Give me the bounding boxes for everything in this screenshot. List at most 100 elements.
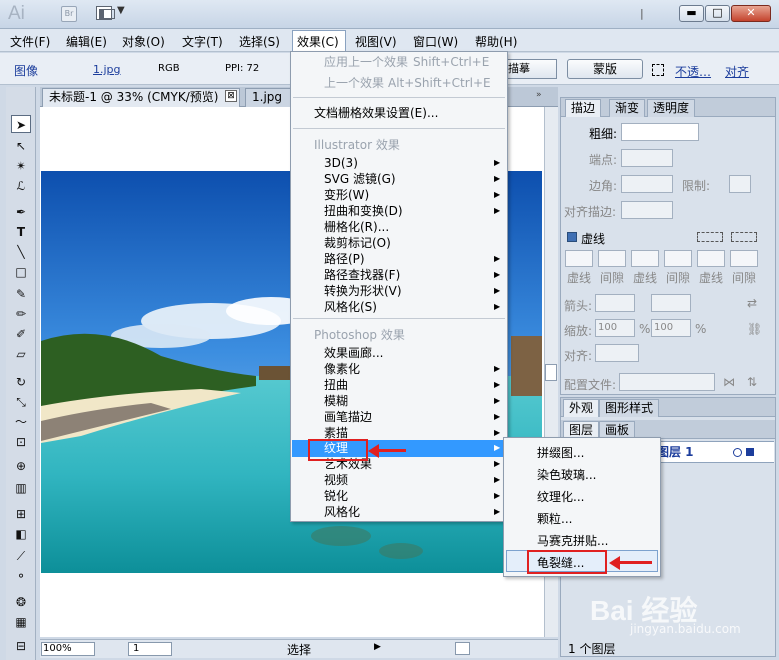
minimize-button[interactable]: ▬ bbox=[679, 5, 704, 22]
live-trace-button[interactable]: 描摹 bbox=[505, 59, 557, 79]
graph-tool-icon[interactable]: ▥ bbox=[11, 479, 31, 497]
eyedropper-tool-icon[interactable]: ⟋ bbox=[11, 547, 31, 565]
profile-select[interactable] bbox=[619, 373, 715, 391]
blob-brush-tool-icon[interactable]: ✐ bbox=[11, 325, 31, 343]
warp-tool-icon[interactable]: 〜 bbox=[11, 413, 31, 431]
dash-preserve-icon[interactable] bbox=[697, 232, 723, 242]
rectangle-tool-icon[interactable]: □ bbox=[11, 263, 31, 281]
align-stroke-buttons[interactable] bbox=[621, 201, 673, 219]
gap-field-2[interactable] bbox=[664, 250, 692, 267]
menu-item-crop-marks[interactable]: 裁剪标记(O) bbox=[291, 235, 507, 251]
menu-item-pathfinder[interactable]: 路径查找器(F) ▶ bbox=[291, 267, 507, 283]
apply-last-effect-item[interactable]: 应用上一个效果 Shift+Ctrl+E bbox=[291, 54, 507, 70]
menu-help[interactable]: 帮助(H) bbox=[475, 33, 517, 50]
end-arrowhead-select[interactable] bbox=[651, 294, 691, 312]
tab-stroke[interactable]: 描边 bbox=[565, 99, 602, 117]
menu-file[interactable]: 文件(F) bbox=[10, 33, 50, 50]
layer-name[interactable]: 图层 1 bbox=[657, 443, 694, 460]
menu-item-3d[interactable]: 3D(3) ▶ bbox=[291, 155, 507, 171]
stroke-weight-field[interactable] bbox=[621, 123, 699, 141]
current-tool-status[interactable]: 选择 bbox=[287, 641, 311, 658]
dashed-line-checkbox[interactable] bbox=[567, 232, 577, 242]
menu-item-sharpen[interactable]: 锐化 ▶ bbox=[291, 488, 507, 504]
scale-tool-icon[interactable]: ⤡ bbox=[11, 393, 31, 411]
link-icon[interactable]: ⛓ bbox=[747, 322, 762, 336]
dash-field-2[interactable] bbox=[631, 250, 659, 267]
flip-along-icon[interactable]: ⋈ bbox=[723, 375, 735, 389]
menu-item-video[interactable]: 视频 ▶ bbox=[291, 472, 507, 488]
menu-window[interactable]: 窗口(W) bbox=[413, 33, 458, 50]
paintbrush-tool-icon[interactable]: ✎ bbox=[11, 285, 31, 303]
menu-item-pixelate[interactable]: 像素化 ▶ bbox=[291, 361, 507, 377]
chevron-right-icon[interactable]: ▶ bbox=[374, 642, 381, 652]
gap-field-3[interactable] bbox=[730, 250, 758, 267]
free-transform-tool-icon[interactable]: ⊡ bbox=[11, 433, 31, 451]
flip-across-icon[interactable]: ⇅ bbox=[747, 375, 757, 389]
maximize-button[interactable]: □ bbox=[705, 5, 730, 22]
corner-buttons[interactable] bbox=[621, 175, 673, 193]
artboard-tool-icon[interactable]: ⊟ bbox=[11, 637, 31, 655]
swap-arrow-icon[interactable]: ⇄ bbox=[747, 296, 757, 310]
tab-graphic-styles[interactable]: 图形样式 bbox=[599, 399, 660, 417]
image-label[interactable]: 图像 bbox=[14, 62, 38, 79]
scrollbar-thumb[interactable] bbox=[545, 364, 557, 381]
gradient-tool-icon[interactable]: ◧ bbox=[11, 525, 31, 543]
magic-wand-tool-icon[interactable]: ✴ bbox=[11, 157, 31, 175]
mesh-tool-icon[interactable]: ⊞ bbox=[11, 505, 31, 523]
menu-effect[interactable]: 效果(C) bbox=[297, 33, 339, 50]
direct-selection-tool-icon[interactable]: ↖ bbox=[11, 137, 31, 155]
shape-builder-tool-icon[interactable]: ⊕ bbox=[11, 457, 31, 475]
menu-item-warp[interactable]: 变形(W) ▶ bbox=[291, 187, 507, 203]
dash-align-icon[interactable] bbox=[731, 232, 757, 242]
arrow-align-buttons[interactable] bbox=[595, 344, 639, 362]
start-arrowhead-select[interactable] bbox=[595, 294, 635, 312]
menu-item-rasterize[interactable]: 栅格化(R)... bbox=[291, 219, 507, 235]
rotate-tool-icon[interactable]: ↻ bbox=[11, 373, 31, 391]
gap-field-1[interactable] bbox=[598, 250, 626, 267]
tab-jpg[interactable]: 1.jpg @ bbox=[245, 88, 295, 121]
document-raster-settings-item[interactable]: 文档栅格效果设置(E)... bbox=[291, 105, 507, 121]
tab-untitled[interactable]: 未标题-1 @ 33% (CMYK/预览) bbox=[42, 88, 240, 107]
mask-button[interactable]: 蒙版 bbox=[567, 59, 643, 79]
close-button[interactable]: ✕ bbox=[731, 5, 771, 22]
menu-edit[interactable]: 编辑(E) bbox=[66, 33, 107, 50]
linked-file-link[interactable]: 1.jpg bbox=[93, 63, 121, 76]
pen-tool-icon[interactable]: ✒ bbox=[11, 203, 31, 221]
submenu-item-stained-glass[interactable]: 染色玻璃... bbox=[537, 466, 596, 483]
menu-item-distort[interactable]: 扭曲 ▶ bbox=[291, 377, 507, 393]
submenu-item-mosaic-tiles[interactable]: 马赛克拼贴... bbox=[537, 532, 608, 549]
tab-gradient[interactable]: 渐变 bbox=[609, 99, 646, 117]
menu-item-path[interactable]: 路径(P) ▶ bbox=[291, 251, 507, 267]
last-effect-item[interactable]: 上一个效果 Alt+Shift+Ctrl+E bbox=[291, 75, 507, 91]
transform-icon[interactable] bbox=[652, 64, 664, 76]
menu-view[interactable]: 视图(V) bbox=[355, 33, 397, 50]
menu-item-blur[interactable]: 模糊 ▶ bbox=[291, 393, 507, 409]
artboard-number-select[interactable]: 1 bbox=[128, 642, 172, 656]
type-tool-icon[interactable]: T bbox=[11, 223, 31, 241]
menu-type[interactable]: 文字(T) bbox=[182, 33, 223, 50]
selection-square-icon[interactable] bbox=[746, 448, 754, 456]
tab-overflow-icon[interactable]: » bbox=[536, 90, 542, 100]
zoom-select[interactable]: 100% bbox=[41, 642, 95, 656]
cap-buttons[interactable] bbox=[621, 149, 673, 167]
opacity-link[interactable]: 不透… bbox=[675, 63, 711, 80]
tab-transparency[interactable]: 透明度 bbox=[647, 99, 696, 117]
dash-field-3[interactable] bbox=[697, 250, 725, 267]
symbol-sprayer-tool-icon[interactable]: ❂ bbox=[11, 593, 31, 611]
menu-item-stylize-ps[interactable]: 风格化 ▶ bbox=[291, 504, 507, 520]
tab-appearance[interactable]: 外观 bbox=[563, 399, 600, 417]
horizontal-scroll-thumb[interactable] bbox=[455, 642, 470, 655]
dash-field-1[interactable] bbox=[565, 250, 593, 267]
bridge-button[interactable]: Br bbox=[61, 6, 77, 22]
chevron-down-icon[interactable]: ▼ bbox=[117, 5, 125, 16]
arrange-documents-button[interactable] bbox=[96, 6, 115, 20]
selection-tool-icon[interactable]: ➤ bbox=[11, 115, 31, 133]
blend-tool-icon[interactable]: ⚬ bbox=[11, 567, 31, 585]
end-scale-field[interactable]: 100 bbox=[651, 319, 691, 337]
submenu-item-texturizer[interactable]: 纹理化... bbox=[537, 488, 584, 505]
start-scale-field[interactable]: 100 bbox=[595, 319, 635, 337]
align-link[interactable]: 对齐 bbox=[725, 63, 749, 80]
menu-item-svg-filters[interactable]: SVG 滤镜(G) ▶ bbox=[291, 171, 507, 187]
miter-limit-field[interactable] bbox=[729, 175, 751, 193]
menu-select[interactable]: 选择(S) bbox=[239, 33, 280, 50]
